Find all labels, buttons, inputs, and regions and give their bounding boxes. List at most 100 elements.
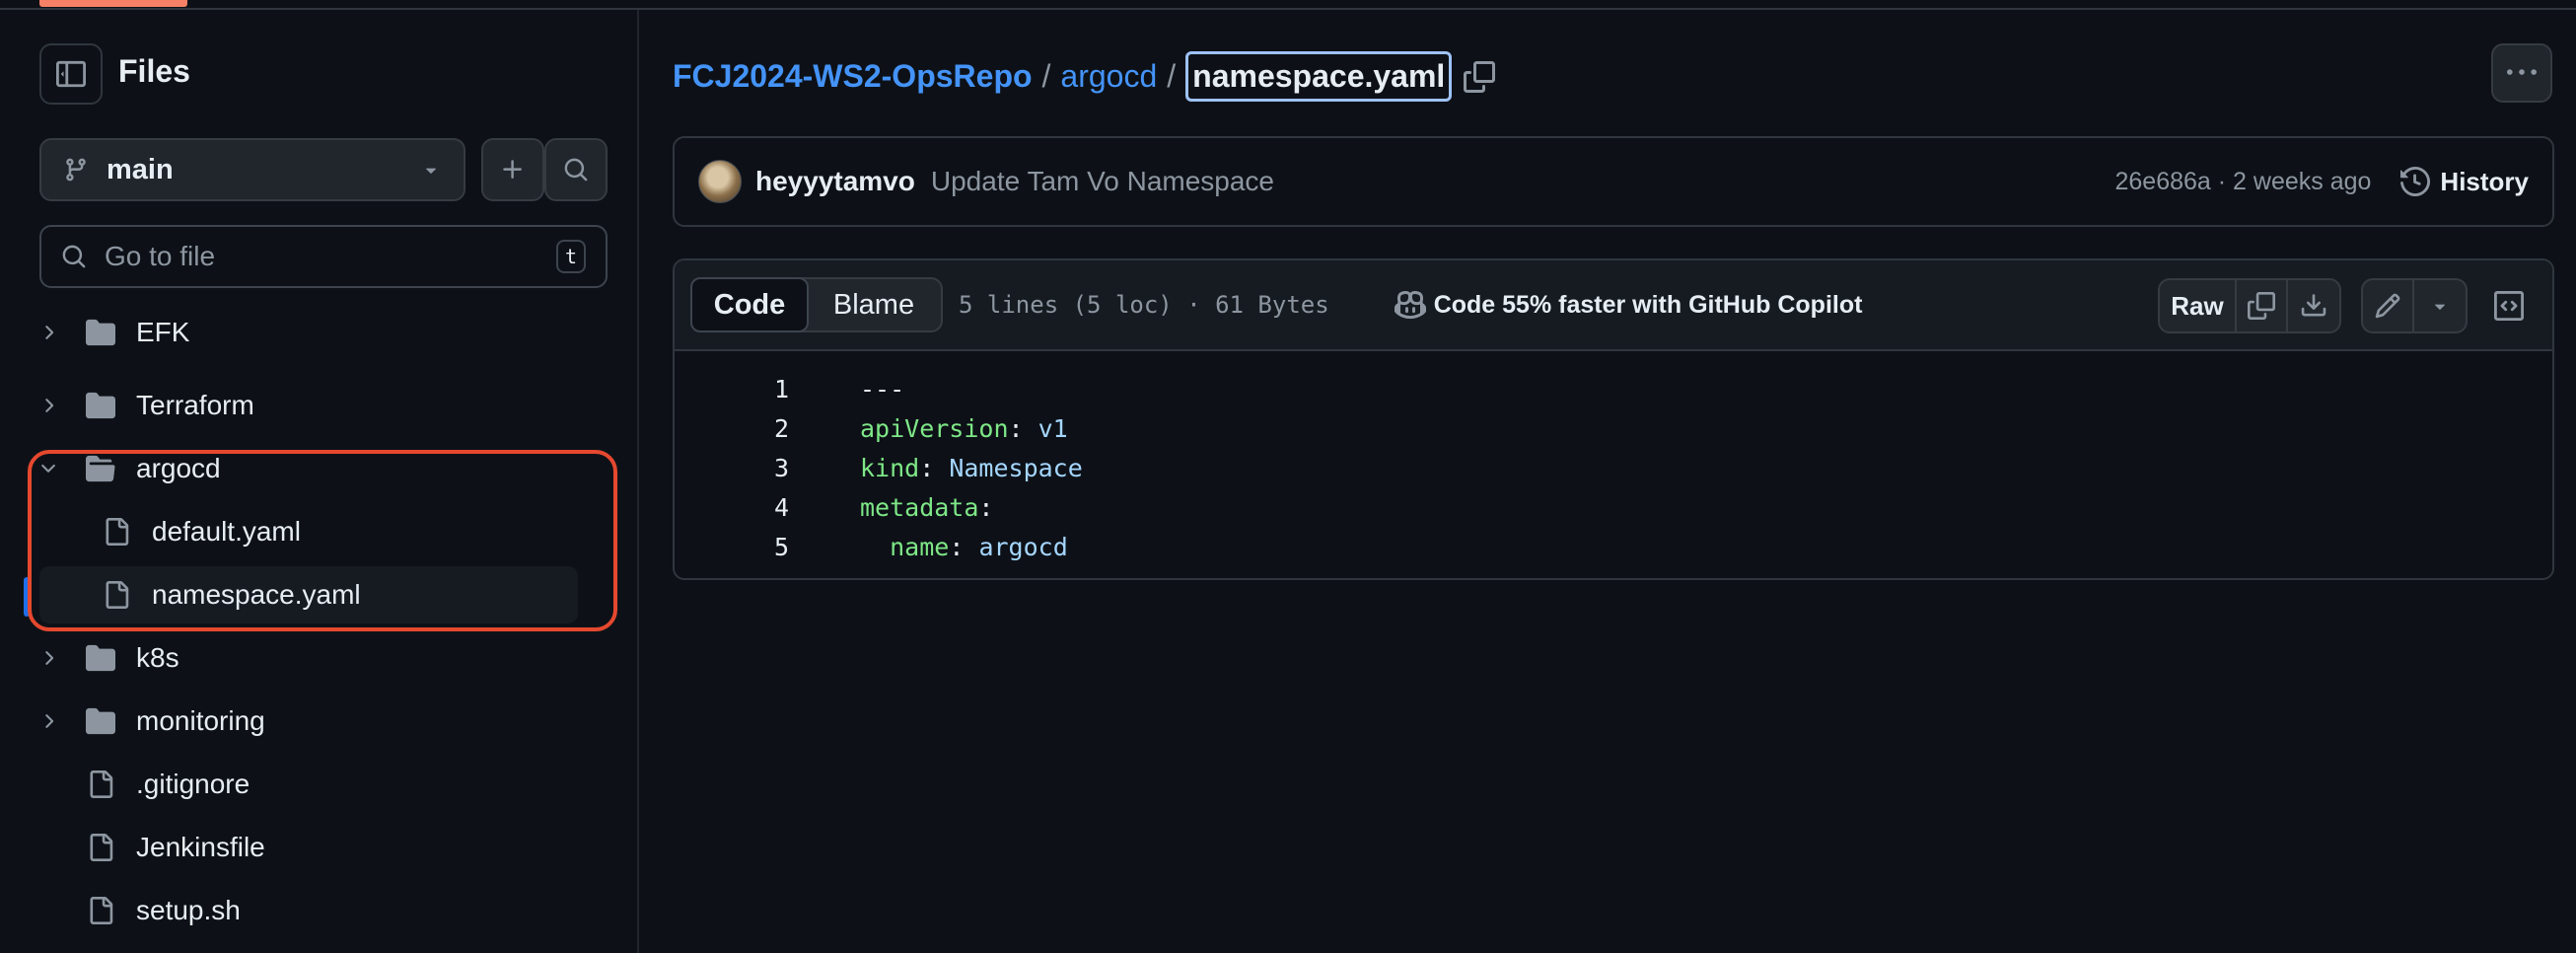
tab-code[interactable]: Code bbox=[690, 277, 809, 332]
more-options-button[interactable] bbox=[2491, 43, 2552, 103]
symbols-panel-button[interactable] bbox=[2481, 278, 2537, 333]
tree-file-namespace-yaml[interactable]: namespace.yaml bbox=[39, 566, 578, 623]
tree-item-label: monitoring bbox=[136, 705, 265, 736]
tree-file-jenkinsfile[interactable]: Jenkinsfile bbox=[32, 819, 578, 876]
tree-folder-argocd[interactable]: argocd bbox=[32, 440, 578, 497]
copy-raw-button[interactable] bbox=[2237, 280, 2288, 331]
tree-folder-efk[interactable]: EFK bbox=[32, 304, 578, 361]
copilot-icon bbox=[1394, 290, 1426, 320]
kebab-horizontal-icon bbox=[2507, 69, 2537, 75]
tree-file-setup-sh[interactable]: setup.sh bbox=[32, 882, 578, 939]
tree-file-default-yaml[interactable]: default.yaml bbox=[47, 503, 594, 560]
folder-icon bbox=[86, 644, 115, 672]
latest-commit-bar: heyyytamvo Update Tam Vo Namespace 26e68… bbox=[673, 136, 2554, 227]
yaml-colon: : bbox=[1008, 413, 1038, 443]
code-line: 4 metadata: bbox=[675, 487, 2552, 527]
code-line: 5 name: argocd bbox=[675, 527, 2552, 566]
tree-item-label: argocd bbox=[136, 453, 221, 483]
commit-meta[interactable]: 26e686a · 2 weeks ago bbox=[2115, 168, 2372, 196]
tree-item-label: default.yaml bbox=[152, 516, 301, 547]
tree-folder-terraform[interactable]: Terraform bbox=[32, 377, 578, 434]
pencil-icon bbox=[2375, 293, 2400, 319]
view-mode-toggle: Code Blame bbox=[690, 277, 943, 332]
folder-icon bbox=[86, 392, 115, 419]
git-branch-icon bbox=[66, 158, 86, 182]
keyboard-shortcut-hint: t bbox=[556, 240, 586, 273]
line-number[interactable]: 5 bbox=[675, 533, 789, 561]
tree-folder-monitoring[interactable]: monitoring bbox=[32, 693, 578, 750]
sidebar-collapse-icon bbox=[56, 60, 86, 88]
yaml-value: Namespace bbox=[949, 453, 1083, 482]
go-to-file-placeholder: Go to file bbox=[105, 241, 216, 271]
search-icon bbox=[564, 158, 588, 182]
folder-icon bbox=[86, 319, 115, 346]
caret-down-icon bbox=[2434, 304, 2446, 310]
go-to-file-input[interactable]: Go to file t bbox=[39, 225, 608, 288]
code-line: 3 kind: Namespace bbox=[675, 448, 2552, 487]
code-content[interactable]: 1 --- 2 apiVersion: v1 3 kind: Namespace… bbox=[675, 351, 2552, 566]
line-number[interactable]: 4 bbox=[675, 493, 789, 522]
yaml-key: name bbox=[890, 532, 950, 561]
tree-folder-k8s[interactable]: k8s bbox=[32, 629, 578, 687]
yaml-value: v1 bbox=[1038, 413, 1068, 443]
history-button[interactable]: History bbox=[2400, 167, 2529, 197]
chevron-right-icon bbox=[45, 714, 54, 728]
file-tree-sidebar: Files main Go to file t EFK Terraform ar… bbox=[0, 10, 639, 953]
tree-item-label: Jenkinsfile bbox=[136, 832, 265, 862]
yaml-indent bbox=[860, 533, 890, 561]
file-viewer: Code Blame 5 lines (5 loc) · 61 Bytes Co… bbox=[673, 258, 2554, 580]
folder-icon bbox=[86, 707, 115, 735]
code-square-icon bbox=[2494, 291, 2524, 321]
code-line: 2 apiVersion: v1 bbox=[675, 408, 2552, 448]
history-label: History bbox=[2440, 166, 2529, 196]
raw-copy-download-group: Raw bbox=[2158, 278, 2341, 333]
breadcrumb-repo-link[interactable]: FCJ2024-WS2-OpsRepo bbox=[673, 58, 1033, 95]
plus-icon bbox=[503, 160, 522, 179]
yaml-colon: : bbox=[949, 532, 979, 561]
branch-selector[interactable]: main bbox=[39, 138, 465, 201]
edit-options-dropdown[interactable] bbox=[2414, 280, 2466, 331]
copilot-promo-button[interactable]: Code 55% faster with GitHub Copilot bbox=[1394, 289, 1863, 321]
breadcrumb-dir-link[interactable]: argocd bbox=[1060, 58, 1157, 95]
copilot-promo-label: Code 55% faster with GitHub Copilot bbox=[1433, 290, 1863, 319]
file-icon bbox=[90, 897, 113, 924]
avatar[interactable] bbox=[698, 160, 742, 203]
breadcrumb: FCJ2024-WS2-OpsRepo / argocd / namespace… bbox=[673, 51, 1496, 102]
breadcrumb-separator: / bbox=[1167, 58, 1177, 94]
commit-message[interactable]: Update Tam Vo Namespace bbox=[931, 166, 1274, 197]
add-file-button[interactable] bbox=[481, 138, 544, 201]
tree-item-label: EFK bbox=[136, 317, 190, 347]
download-button[interactable] bbox=[2288, 280, 2339, 331]
line-number[interactable]: 2 bbox=[675, 414, 789, 443]
top-border bbox=[0, 0, 2576, 10]
tree-item-label: k8s bbox=[136, 642, 179, 673]
download-icon bbox=[2301, 294, 2326, 317]
yaml-key: metadata bbox=[860, 492, 979, 522]
file-info: 5 lines (5 loc) · 61 Bytes bbox=[959, 291, 1329, 319]
line-number[interactable]: 3 bbox=[675, 454, 789, 482]
yaml-colon: : bbox=[919, 453, 950, 482]
yaml-value: argocd bbox=[978, 532, 1068, 561]
collapse-sidebar-button[interactable] bbox=[39, 43, 103, 105]
edit-file-button[interactable] bbox=[2363, 280, 2414, 331]
copy-path-button[interactable] bbox=[1464, 60, 1496, 93]
commit-author[interactable]: heyyytamvo bbox=[755, 166, 915, 197]
tab-blame[interactable]: Blame bbox=[807, 279, 941, 330]
line-number[interactable]: 1 bbox=[675, 375, 789, 403]
chevron-right-icon bbox=[45, 326, 54, 339]
edit-button-group bbox=[2361, 278, 2468, 333]
folder-open-icon bbox=[86, 455, 115, 482]
raw-button[interactable]: Raw bbox=[2160, 280, 2237, 331]
search-icon bbox=[62, 245, 86, 268]
search-files-button[interactable] bbox=[544, 138, 608, 201]
breadcrumb-current-file: namespace.yaml bbox=[1185, 51, 1453, 102]
caret-down-icon bbox=[425, 168, 437, 174]
tree-item-label: setup.sh bbox=[136, 895, 241, 925]
yaml-colon: : bbox=[978, 492, 994, 522]
history-icon bbox=[2400, 167, 2431, 196]
tree-file-gitignore[interactable]: .gitignore bbox=[32, 756, 578, 813]
tree-item-label: Terraform bbox=[136, 390, 254, 420]
chevron-right-icon bbox=[45, 399, 54, 412]
code-token: --- bbox=[860, 374, 905, 403]
breadcrumb-separator: / bbox=[1041, 58, 1051, 94]
